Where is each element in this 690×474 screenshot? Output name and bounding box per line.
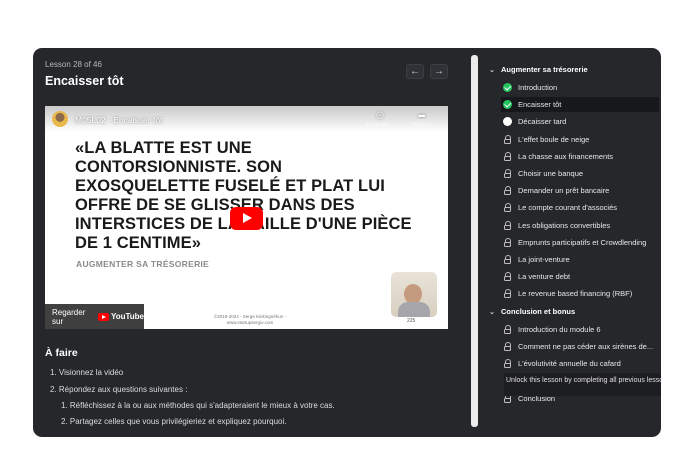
section-title: Augmenter sa trésorerie (501, 65, 588, 74)
lesson-title: Encaisser tôt (45, 74, 124, 88)
lock-icon (503, 272, 512, 282)
lock-icon (503, 289, 512, 299)
share-button[interactable]: ➦ Partager (407, 111, 437, 128)
chevron-down-icon: ⌄ (489, 309, 495, 316)
lock-icon (503, 359, 512, 369)
sidebar-lesson-label: Demander un prêt bancaire (518, 186, 610, 196)
channel-avatar[interactable] (52, 111, 68, 127)
open-circle-icon (503, 117, 512, 127)
sidebar-lesson-label: La chasse aux financements (518, 151, 614, 161)
sidebar-lesson-item[interactable]: La joint-venture (503, 252, 661, 267)
sidebar-lesson-label: Introduction (518, 83, 558, 92)
todo-item: 1. Visionnez la vidéo (50, 368, 124, 377)
scrollbar-thumb[interactable] (471, 55, 478, 427)
lock-icon (503, 237, 512, 247)
section-title: Conclusion et bonus (501, 307, 576, 316)
sidebar-lesson-item[interactable]: La chasse aux financements (503, 149, 661, 164)
todo-subitem: 2. Partagez celles que vous privilégieri… (61, 417, 287, 426)
sidebar-lesson-item[interactable]: Choisir une banque (503, 166, 661, 181)
sidebar-lesson-item[interactable]: Emprunts participatifs et Crowdlending (503, 235, 661, 250)
sidebar-lesson-item[interactable]: Encaisser tôt (501, 97, 659, 113)
lock-icon (503, 325, 512, 334)
share-label: Partager (412, 122, 432, 128)
sidebar-lesson-label: La venture debt (518, 272, 571, 282)
section-augmenter-tresorerie[interactable]: ⌄ Augmenter sa trésorerie (489, 65, 588, 74)
sidebar-lesson-item[interactable]: Les obligations convertibles (503, 218, 661, 233)
sidebar-lesson-item[interactable]: La venture debt (503, 269, 661, 284)
sidebar-lesson-label: Choisir une banque (518, 169, 584, 178)
youtube-logo: YouTube (97, 312, 144, 321)
lock-icon (503, 151, 512, 161)
next-lesson-button[interactable]: → (430, 64, 448, 79)
arrow-right-icon: → (434, 66, 444, 77)
watch-on-youtube-button[interactable]: Regarder sur YouTube (45, 304, 144, 329)
lesson-sidebar: ⌄ Augmenter sa trésorerie Introduction Enc… (485, 48, 661, 437)
sidebar-lesson-label: Emprunts participatifs et Crowdlending (518, 237, 647, 247)
check-circle-icon (503, 83, 512, 92)
youtube-play-icon (97, 312, 109, 321)
sidebar-lesson-item[interactable]: L'effet boule de neige (503, 132, 661, 147)
todo-subitem: 1. Réfléchissez à la ou aux méthodes qui… (61, 401, 335, 410)
lesson-counter: Lesson 28 of 46 (45, 60, 102, 69)
arrow-left-icon: ← (410, 66, 420, 77)
sidebar-lesson-item[interactable]: L'évolutivité annuelle du cafard (503, 356, 661, 371)
lock-icon (503, 342, 512, 352)
video-subtitle: AUGMENTER SA TRÉSORERIE (76, 259, 210, 269)
sidebar-lesson-label: Introduction du module 6 (518, 325, 601, 334)
sidebar-lesson-item[interactable]: Décaisser tard (503, 114, 661, 129)
sidebar-lesson-label: Le compte courant d'associés (518, 203, 617, 213)
course-player: Lesson 28 of 46 Encaisser tôt ← → M05L02… (33, 48, 661, 437)
lesson-panel: Lesson 28 of 46 Encaisser tôt ← → M05L02… (33, 48, 468, 437)
video-quote-text: «LA BLATTE EST UNE CONTORSIONNISTE. SON … (75, 139, 412, 252)
previous-lesson-button[interactable]: ← (406, 64, 424, 79)
sidebar-lesson-item[interactable]: Le compte courant d'associés (503, 200, 661, 215)
sidebar-lesson-item[interactable]: Demander un prêt bancaire (503, 183, 661, 198)
sidebar-lesson-item[interactable]: Introduction (503, 80, 661, 95)
sidebar-lesson-label: Les obligations convertibles (518, 220, 611, 230)
chevron-down-icon: ⌄ (489, 67, 495, 74)
sidebar-lesson-label: La joint-venture (518, 255, 570, 264)
sidebar-lesson-label: L'effet boule de neige (518, 134, 590, 144)
sidebar-lesson-label: Comment ne pas céder aux sirènes de... (518, 342, 654, 352)
watch-later-button[interactable]: 🕘︎ À regarder... (363, 111, 397, 128)
watch-on-label: Regarder sur (52, 307, 86, 326)
lock-icon (503, 255, 512, 264)
sidebar-lesson-label: Décaisser tard (518, 117, 567, 127)
clock-icon: 🕘︎ (376, 111, 384, 122)
video-player[interactable]: M05L02 - Encaisser tôt 🕘︎ À regarder... … (45, 106, 448, 329)
lock-icon (503, 186, 512, 196)
lock-icon (503, 220, 512, 230)
share-icon: ➦ (417, 111, 427, 122)
presenter-head (404, 284, 422, 304)
lock-icon (503, 134, 512, 144)
sidebar-lesson-label: Encaisser tôt (518, 100, 562, 110)
play-button[interactable] (230, 207, 263, 230)
sidebar-lesson-label: Le revenue based financing (RBF) (518, 289, 633, 299)
todo-heading: À faire (45, 347, 78, 359)
sidebar-lesson-item[interactable]: Le revenue based financing (RBF) (503, 286, 661, 301)
presenter-body (398, 302, 430, 317)
sidebar-scrollbar[interactable] (471, 55, 478, 427)
locked-lesson-tooltip: Unlock this lesson by completing all pre… (504, 373, 661, 396)
video-copyright: ©2019-2024 - Serge Kinkingnéhun - www.st… (213, 314, 287, 325)
presenter-thumbnail (391, 272, 437, 317)
check-circle-icon (503, 100, 512, 110)
sidebar-lesson-item[interactable]: Introduction du module 6 (503, 322, 661, 337)
slide-number: 225 (407, 318, 416, 324)
video-title[interactable]: M05L02 - Encaisser tôt (75, 115, 162, 125)
watch-later-label: À regarder... (366, 122, 394, 128)
sidebar-lesson-item[interactable]: Comment ne pas céder aux sirènes de... (503, 339, 661, 354)
lock-icon (503, 203, 512, 213)
todo-item: 2. Répondez aux questions suivantes : (50, 385, 188, 394)
youtube-wordmark: YouTube (110, 312, 144, 321)
lock-icon (503, 169, 512, 178)
sidebar-lesson-label: L'évolutivité annuelle du cafard (518, 359, 621, 369)
section-conclusion-bonus[interactable]: ⌄ Conclusion et bonus (489, 307, 575, 316)
